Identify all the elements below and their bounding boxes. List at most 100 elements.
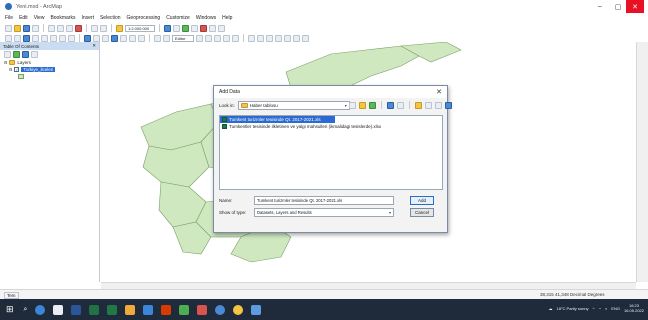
menu-geoprocessing[interactable]: Geoprocessing xyxy=(127,15,161,21)
add-data-icon[interactable] xyxy=(116,24,123,32)
edge-icon[interactable] xyxy=(35,304,46,315)
dialog-close-icon[interactable]: ✕ xyxy=(436,88,442,96)
map-vertical-scrollbar[interactable] xyxy=(636,42,648,282)
layer-collapse-icon[interactable]: ⊟ xyxy=(9,67,12,72)
copy-path-icon[interactable] xyxy=(435,101,442,109)
toc-layers-group[interactable]: ⊟ Layers xyxy=(0,59,99,66)
status-left-label[interactable]: Tem xyxy=(4,292,19,299)
full-extent-icon[interactable] xyxy=(32,34,39,42)
editor-menu[interactable]: Editor xyxy=(172,34,194,42)
menu-customize[interactable]: Customize xyxy=(166,15,190,21)
chrome-icon[interactable] xyxy=(215,304,226,315)
list-by-visibility-icon[interactable] xyxy=(22,51,29,58)
list-by-drawing-order-icon[interactable] xyxy=(4,51,11,58)
map-scale-input[interactable]: 1:2.000.000 xyxy=(125,24,155,32)
menu-selection[interactable]: Selection xyxy=(100,15,121,21)
layer-symbol-swatch[interactable] xyxy=(18,74,24,79)
delete-icon[interactable] xyxy=(75,24,82,32)
layer-visibility-checkbox[interactable]: ✓ xyxy=(14,67,20,72)
close-button[interactable]: ✕ xyxy=(626,0,644,13)
python-icon[interactable] xyxy=(209,24,216,32)
edit-tool-icon[interactable] xyxy=(196,34,203,42)
sketch-properties-icon[interactable] xyxy=(302,34,309,42)
list-by-source-icon[interactable] xyxy=(13,51,20,58)
collapse-icon[interactable]: ⊟ xyxy=(4,60,7,65)
go-to-home-icon[interactable] xyxy=(359,101,366,109)
redo-icon[interactable] xyxy=(100,24,107,32)
minimize-button[interactable]: – xyxy=(590,0,610,13)
identify-icon[interactable] xyxy=(111,34,118,42)
print-icon[interactable] xyxy=(32,24,39,32)
network-icon[interactable]: ◔ xyxy=(598,306,600,311)
toc-close-icon[interactable]: ✕ xyxy=(92,43,96,49)
undo-icon[interactable] xyxy=(91,24,98,32)
select-features-icon[interactable] xyxy=(84,34,91,42)
menu-file[interactable]: File xyxy=(5,15,13,21)
excel-icon[interactable] xyxy=(89,304,100,315)
menu-edit[interactable]: Edit xyxy=(19,15,28,21)
show-of-type-dropdown[interactable]: Datasets, Layers and Results ▾ xyxy=(254,208,394,217)
cut-polygon-icon[interactable] xyxy=(266,34,273,42)
endpoint-arc-icon[interactable] xyxy=(214,34,221,42)
menu-windows[interactable]: Windows xyxy=(196,15,216,21)
view-dropdown-icon[interactable] xyxy=(397,101,404,109)
name-input[interactable]: Tumkent turizmler tesisinde Qt. 2017-202… xyxy=(254,196,394,205)
save-icon[interactable] xyxy=(23,24,30,32)
open-folder-icon[interactable] xyxy=(14,24,21,32)
fixed-zoom-in-icon[interactable] xyxy=(41,34,48,42)
options-icon[interactable] xyxy=(445,101,452,109)
table-of-contents-icon[interactable] xyxy=(173,24,180,32)
app-green-icon[interactable] xyxy=(179,304,190,315)
back-extent-icon[interactable] xyxy=(59,34,66,42)
search-icon[interactable] xyxy=(191,24,198,32)
add-button[interactable]: Add xyxy=(410,196,434,205)
point-icon[interactable] xyxy=(232,34,239,42)
up-one-level-icon[interactable] xyxy=(349,101,356,109)
paste-icon[interactable] xyxy=(66,24,73,32)
cancel-button[interactable]: Cancel xyxy=(410,208,434,217)
zoom-out-icon[interactable] xyxy=(14,34,21,42)
new-document-icon[interactable] xyxy=(5,24,12,32)
forward-extent-icon[interactable] xyxy=(68,34,75,42)
select-elements-icon[interactable] xyxy=(102,34,109,42)
view-menu-icon[interactable] xyxy=(387,101,394,109)
model-builder-icon[interactable] xyxy=(218,24,225,32)
new-folder-icon[interactable] xyxy=(415,101,422,109)
language-indicator[interactable]: ENG xyxy=(611,306,620,311)
find-icon[interactable] xyxy=(120,34,127,42)
menu-view[interactable]: View xyxy=(34,15,45,21)
folder-taskbar-icon[interactable] xyxy=(125,304,136,315)
menu-bookmarks[interactable]: Bookmarks xyxy=(50,15,75,21)
file-explorer-icon[interactable] xyxy=(53,304,64,315)
zoom-in-icon[interactable] xyxy=(5,34,12,42)
maximize-button[interactable]: ▢ xyxy=(608,0,628,13)
reshape-icon[interactable] xyxy=(257,34,264,42)
word-icon[interactable] xyxy=(71,304,82,315)
file-list-item-2[interactable]: Tumkentler tesisinde ilkletinen ve yalgi… xyxy=(220,123,442,130)
editor-toolbar-icon[interactable] xyxy=(164,24,171,32)
hyperlink-icon[interactable] xyxy=(138,34,145,42)
rotate-icon[interactable] xyxy=(284,34,291,42)
toc-layer-label[interactable]: Turkiye_ilceleri xyxy=(21,67,56,72)
attributes-icon[interactable] xyxy=(293,34,300,42)
search-icon[interactable]: ⌕ xyxy=(24,306,28,314)
menu-help[interactable]: Help xyxy=(222,15,232,21)
straight-segment-icon[interactable] xyxy=(205,34,212,42)
list-by-selection-icon[interactable] xyxy=(31,51,38,58)
mail-icon[interactable] xyxy=(143,304,154,315)
menu-insert[interactable]: Insert xyxy=(81,15,94,21)
powerpoint-icon[interactable] xyxy=(161,304,172,315)
pan-icon[interactable] xyxy=(23,34,30,42)
app-blue-icon[interactable] xyxy=(251,304,262,315)
toc-layer-row[interactable]: ⊟ ✓ Turkiye_ilceleri xyxy=(0,66,99,73)
weather-text[interactable]: 18°C Partly sunny xyxy=(557,306,589,311)
fixed-zoom-out-icon[interactable] xyxy=(50,34,57,42)
tray-chevron-icon[interactable]: ^ xyxy=(593,306,595,311)
clear-selection-icon[interactable] xyxy=(93,34,100,42)
catalog-window-icon[interactable] xyxy=(425,101,432,109)
file-list-item-1[interactable]: Tumkent turizmler tesisinde Qt. 2017-202… xyxy=(220,116,335,123)
catalog-icon[interactable] xyxy=(182,24,189,32)
volume-icon[interactable]: ◖ xyxy=(605,306,607,311)
arcmap-taskbar-icon[interactable] xyxy=(107,304,118,315)
time-slider-icon[interactable] xyxy=(163,34,170,42)
